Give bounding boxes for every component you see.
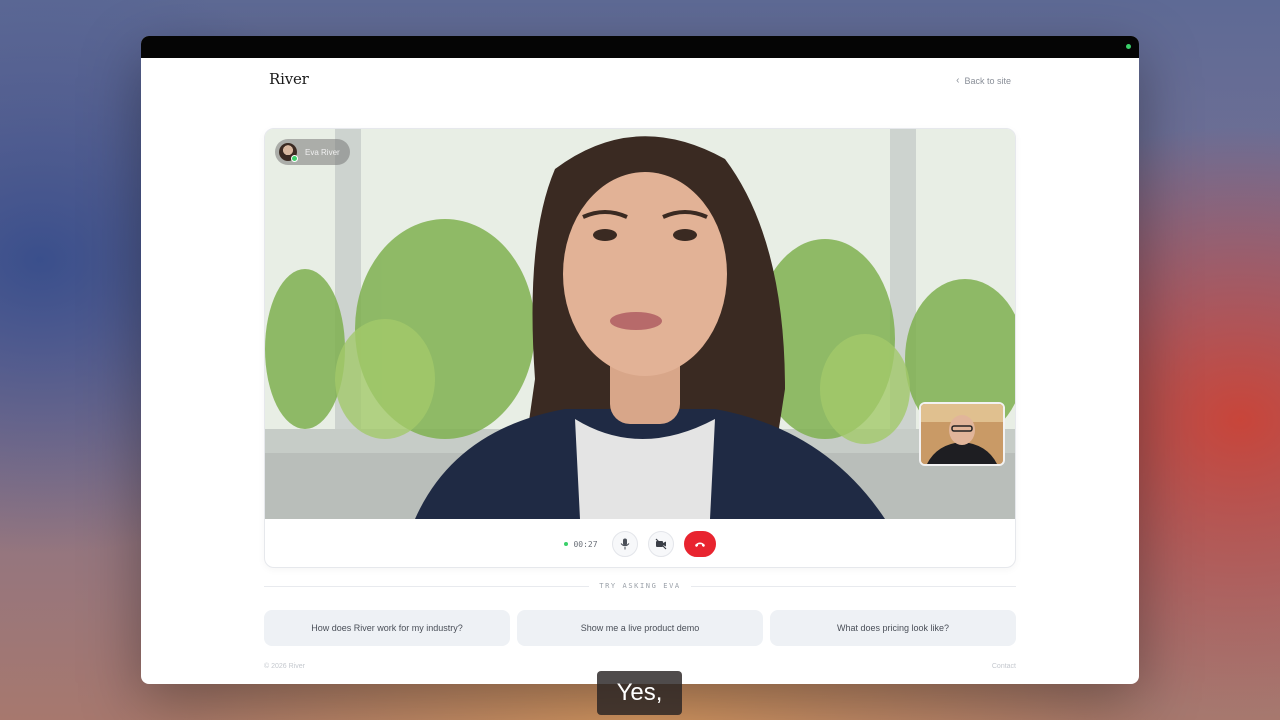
call-controls: 00:27 bbox=[265, 519, 1015, 567]
suggestion-list: How does River work for my industry? Sho… bbox=[264, 610, 1016, 646]
suggestions-header: TRY ASKING EVA bbox=[264, 582, 1016, 590]
footer-contact-link[interactable]: Contact bbox=[992, 663, 1016, 670]
brand-logo[interactable]: River bbox=[269, 70, 309, 88]
video-call-card: Eva River 00:27 bbox=[264, 128, 1016, 568]
suggestion-chip[interactable]: How does River work for my industry? bbox=[264, 610, 510, 646]
footer-copyright: © 2026 River bbox=[264, 663, 305, 670]
camera-toggle-button[interactable] bbox=[647, 531, 674, 557]
end-call-button[interactable] bbox=[683, 531, 716, 557]
call-elapsed: 00:27 bbox=[573, 539, 598, 549]
app-window: River ‹ Back to site Eva River 00:27 TRY… bbox=[141, 36, 1139, 684]
microphone-icon bbox=[620, 538, 629, 550]
suggestion-chip[interactable]: Show me a live product demo bbox=[517, 610, 763, 646]
remote-video-frame bbox=[265, 129, 1015, 519]
camera-off-icon bbox=[655, 538, 666, 550]
mute-button[interactable] bbox=[611, 531, 638, 557]
call-timer: 00:27 bbox=[564, 539, 598, 549]
participant-badge: Eva River bbox=[275, 139, 350, 165]
back-to-site-link[interactable]: ‹ Back to site bbox=[956, 75, 1011, 86]
window-titlebar bbox=[141, 36, 1139, 58]
phone-hangup-icon bbox=[694, 542, 705, 547]
suggestions-label: TRY ASKING EVA bbox=[599, 582, 681, 590]
chevron-left-icon: ‹ bbox=[956, 75, 960, 86]
subtitle-caption: Yes, bbox=[597, 671, 682, 715]
self-view-video[interactable] bbox=[919, 402, 1005, 466]
remote-video: Eva River bbox=[265, 129, 1015, 519]
divider bbox=[690, 585, 1016, 587]
participant-name: Eva River bbox=[305, 147, 340, 157]
back-to-site-label: Back to site bbox=[964, 75, 1011, 86]
live-indicator-icon bbox=[564, 542, 569, 546]
camera-indicator-icon bbox=[1126, 44, 1131, 49]
self-view-frame bbox=[921, 404, 1003, 464]
divider bbox=[264, 585, 590, 587]
suggestion-chip[interactable]: What does pricing look like? bbox=[770, 610, 1016, 646]
participant-avatar bbox=[279, 143, 298, 162]
